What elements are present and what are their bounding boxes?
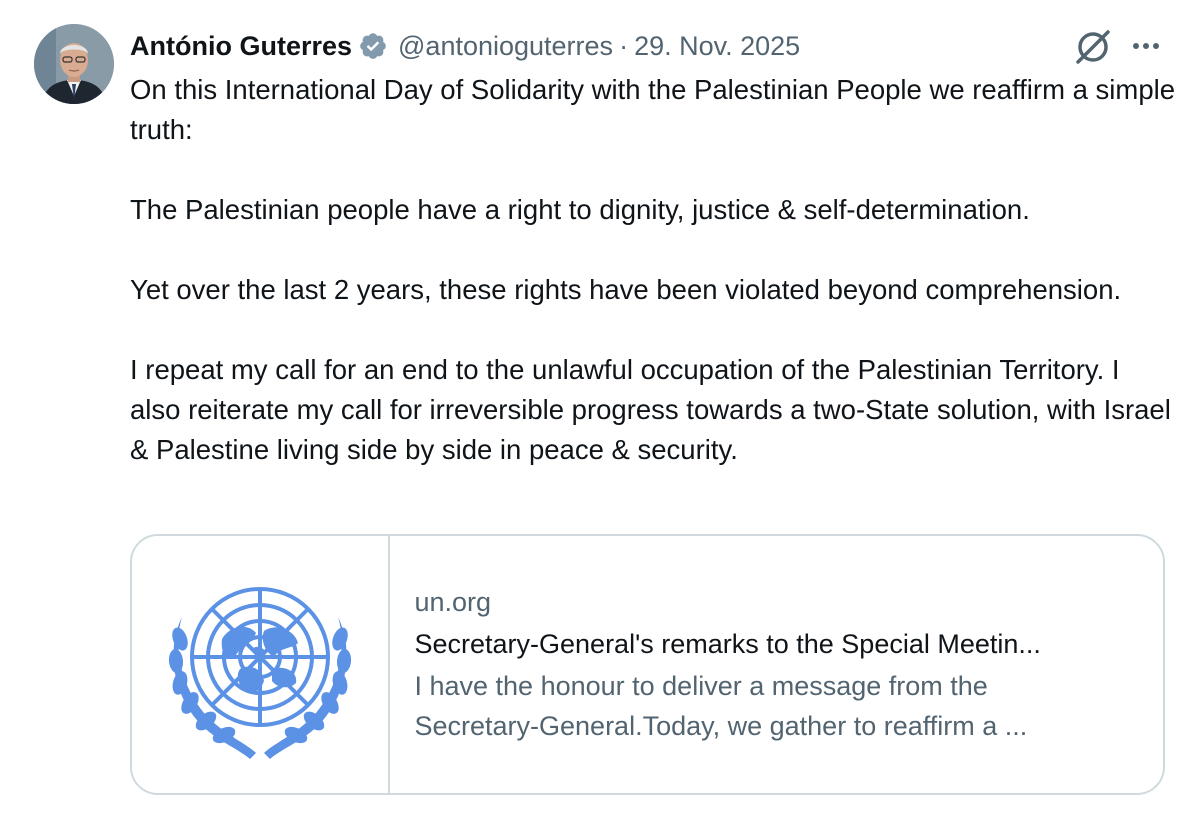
tweet-paragraph: Yet over the last 2 years, these rights … xyxy=(130,274,1122,305)
tweet: António Guterres @antonioguterres · 29. … xyxy=(0,0,1200,817)
link-card-description: I have the honour to deliver a message f… xyxy=(414,671,988,701)
un-emblem-icon xyxy=(169,586,352,759)
portrait-avatar-image xyxy=(34,24,114,104)
link-card-image[interactable] xyxy=(132,536,391,793)
link-card-domain: un.org xyxy=(414,587,492,617)
header-separator: · xyxy=(619,31,629,61)
tweet-header: António Guterres @antonioguterres · 29. … xyxy=(130,26,800,66)
tweet-paragraph: On this International Day of Solidarity … xyxy=(130,74,1176,145)
author-avatar[interactable] xyxy=(34,24,114,104)
tweet-timestamp[interactable]: 29. Nov. 2025 xyxy=(634,26,800,66)
link-card-description: Secretary-General.Today, we gather to re… xyxy=(414,711,1028,741)
link-card-text[interactable]: un.org Secretary-General's remarks to th… xyxy=(390,536,1163,793)
author-handle[interactable]: @antonioguterres xyxy=(398,26,613,66)
tweet-paragraph: The Palestinian people have a right to d… xyxy=(130,194,1030,225)
link-preview-card[interactable]: un.org Secretary-General's remarks to th… xyxy=(130,534,1165,795)
more-options-icon[interactable] xyxy=(1128,28,1164,64)
grok-icon[interactable] xyxy=(1072,26,1114,68)
link-card-title: Secretary-General's remarks to the Speci… xyxy=(414,629,1041,659)
author-display-name[interactable]: António Guterres xyxy=(130,26,352,66)
tweet-paragraph: I repeat my call for an end to the unlaw… xyxy=(130,354,1171,465)
tweet-text: On this International Day of Solidarity … xyxy=(130,70,1175,470)
verified-badge-icon xyxy=(358,31,388,61)
